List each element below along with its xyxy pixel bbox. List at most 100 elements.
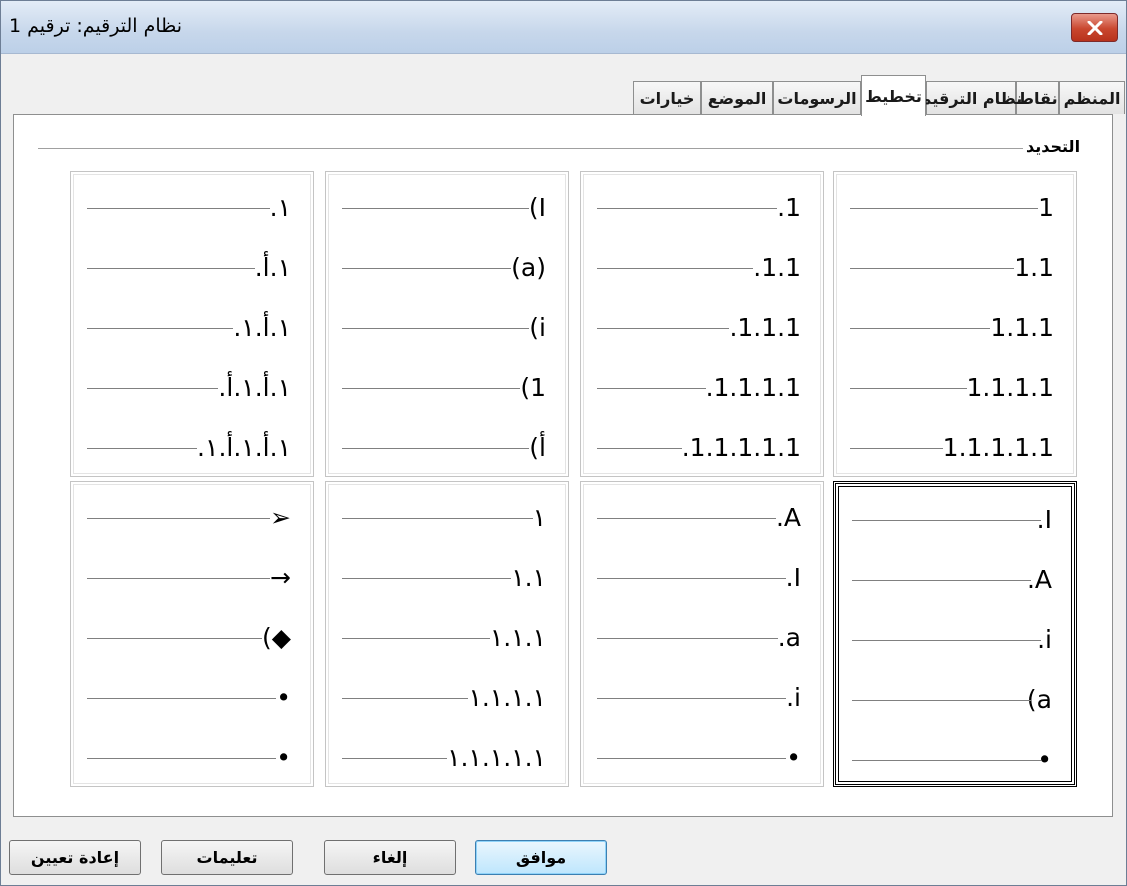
leader-line [342, 758, 448, 759]
preset-level-row: (1 [326, 368, 568, 408]
numbering-dialog: نظام الترقيم: ترقيم 1 المنظم نقاط نظام ا… [0, 0, 1127, 886]
leader-line [342, 268, 512, 269]
preset-level-label: • [786, 743, 801, 772]
leader-line [87, 268, 255, 269]
leader-line [850, 388, 967, 389]
leader-line [87, 638, 263, 639]
leader-line [850, 268, 1015, 269]
outline-preset-3[interactable]: (I (a) (i (1 (أ [325, 171, 569, 477]
tab-outline[interactable]: تخطيط [861, 75, 926, 116]
outline-preset-1[interactable]: 1 1.1 1.1.1 1.1.1.1 1.1.1.1.1 [833, 171, 1077, 477]
outline-preset-8[interactable]: ➢ → (◆ • • [70, 481, 314, 787]
preset-level-label: ١.١ [511, 563, 546, 592]
preset-level-row: 1.1.1.1 [834, 368, 1076, 408]
preset-level-label: 1.1 [1014, 253, 1054, 282]
outline-preset-2[interactable]: .1.1.1.1.1.1.1.1.1.1.1.1.1.1.1 [580, 171, 824, 477]
tab-graphics[interactable]: الرسومات [773, 81, 861, 114]
leader-line [87, 388, 219, 389]
leader-line [87, 518, 271, 519]
outline-preset-5[interactable]: .I .A .i (a • [833, 481, 1077, 787]
preset-level-label: 1.1.1.1 [966, 373, 1054, 402]
preset-level-row: (◆ [71, 618, 313, 658]
preset-level-label: .1.1.1 [729, 313, 801, 342]
preset-level-row: ١.١.١ [326, 618, 568, 658]
leader-line [87, 208, 270, 209]
preset-level-row: • [581, 738, 823, 778]
preset-level-row: • [71, 738, 313, 778]
leader-line [597, 638, 778, 639]
tab-bullets[interactable]: نقاط [1016, 81, 1059, 114]
outline-preset-4[interactable]: .١.١.أ .١.أ.١.١.أ.١.أ .١.أ.١.أ.١ [70, 171, 314, 477]
leader-line [342, 698, 469, 699]
tab-strip: المنظم نقاط نظام الترقيم تخطيط الرسومات … [1, 75, 1126, 116]
tab-organizer[interactable]: المنظم [1059, 81, 1125, 114]
leader-line [597, 388, 706, 389]
preset-level-row: → [71, 558, 313, 598]
leader-line [342, 518, 533, 519]
title-bar: نظام الترقيم: ترقيم 1 [1, 1, 1126, 54]
preset-level-row: .١ [71, 188, 313, 228]
preset-level-label: (أ [529, 433, 546, 462]
preset-level-row: ١.١.١.١.١ [326, 738, 568, 778]
preset-level-row: ١.١ [326, 558, 568, 598]
preset-level-label: .1.1.1.1.1 [681, 433, 801, 462]
preset-level-label: .A [775, 503, 801, 532]
preset-level-row: (a) [326, 248, 568, 288]
preset-level-label: .i [786, 683, 801, 712]
window-title: نظام الترقيم: ترقيم 1 [9, 15, 183, 37]
tab-options[interactable]: خيارات [633, 81, 701, 114]
leader-line [597, 208, 778, 209]
preset-level-row: .١.أ.١ [71, 308, 313, 348]
leader-line [597, 758, 787, 759]
ok-button[interactable]: موافق [475, 840, 607, 875]
leader-line [87, 698, 277, 699]
preset-level-row: 1.1.1.1.1 [834, 428, 1076, 468]
preset-level-row: .I [581, 558, 823, 598]
preset-level-label: (I [528, 193, 546, 222]
leader-line [850, 208, 1039, 209]
outline-preset-6[interactable]: .A .I .a .i • [580, 481, 824, 787]
preset-level-row: (i [326, 308, 568, 348]
leader-line [852, 640, 1042, 641]
preset-level-label: .١ [269, 193, 291, 222]
leader-line [342, 328, 530, 329]
preset-level-row: ➢ [71, 498, 313, 538]
preset-level-label: ١ [532, 503, 546, 532]
preset-level-label: • [276, 743, 291, 772]
leader-line [850, 448, 943, 449]
tab-numbering-type[interactable]: نظام الترقيم [920, 81, 1022, 114]
preset-level-row: ١.١.١.١ [326, 678, 568, 718]
leader-line [342, 638, 490, 639]
preset-level-row: (I [326, 188, 568, 228]
preset-level-label: ١.١.١.١ [468, 683, 546, 712]
preset-level-row: ١ [326, 498, 568, 538]
group-separator [38, 148, 1023, 149]
preset-level-label: 1.1.1.1.1 [942, 433, 1054, 462]
preset-level-label: .1 [777, 193, 801, 222]
preset-level-row: .١.أ.١.أ [71, 368, 313, 408]
preset-level-label: 1.1.1 [990, 313, 1054, 342]
preset-level-label: (◆ [262, 623, 291, 652]
leader-line [342, 208, 529, 209]
preset-level-label: .١.أ.١.أ.١ [197, 433, 291, 462]
preset-level-row: .1.1.1.1.1 [581, 428, 823, 468]
preset-level-row: .I [836, 500, 1074, 540]
preset-level-row: .١.أ.١.أ.١ [71, 428, 313, 468]
preset-level-label: (i [529, 313, 546, 342]
preset-level-row: 1.1 [834, 248, 1076, 288]
close-button[interactable] [1071, 13, 1118, 42]
preset-level-row: .A [581, 498, 823, 538]
outline-preset-7[interactable]: ١ ١.١ ١.١.١ ١.١.١.١ ١.١.١.١.١ [325, 481, 569, 787]
preset-level-label: ➢ [270, 503, 291, 532]
preset-level-label: .١.أ.١.أ [218, 373, 291, 402]
leader-line [87, 758, 277, 759]
close-icon [1087, 20, 1102, 35]
leader-line [87, 578, 271, 579]
tab-position[interactable]: الموضع [701, 81, 773, 114]
leader-line [87, 448, 198, 449]
leader-line [342, 578, 512, 579]
reset-button[interactable]: إعادة تعيين [9, 840, 141, 875]
cancel-button[interactable]: إلغاء [324, 840, 456, 875]
help-button[interactable]: تعليمات [161, 840, 293, 875]
leader-line [852, 700, 1031, 701]
